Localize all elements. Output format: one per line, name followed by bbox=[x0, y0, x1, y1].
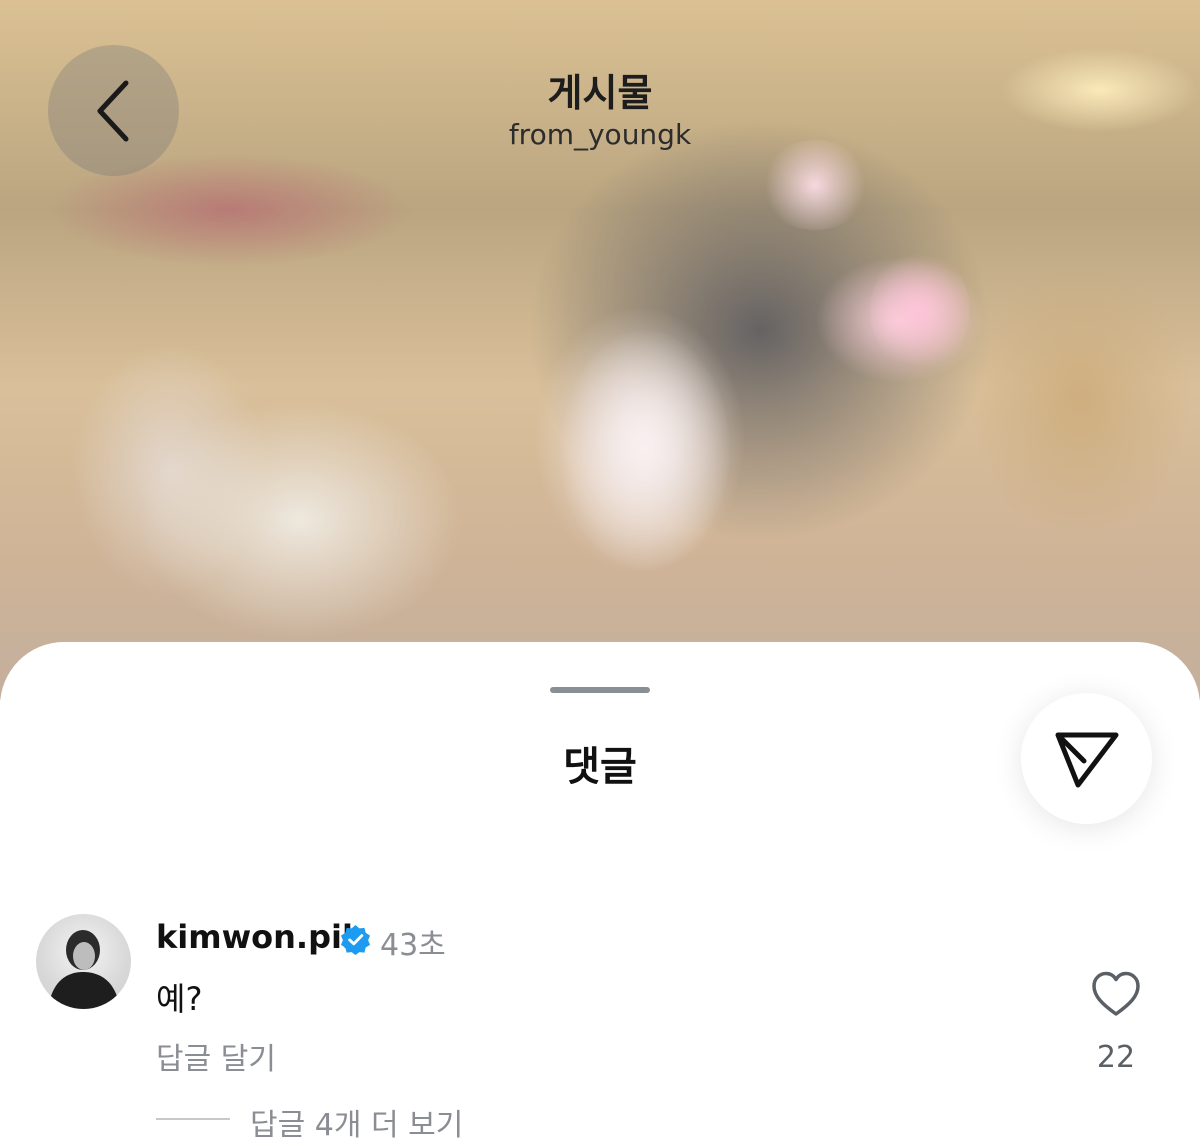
share-button[interactable] bbox=[1021, 693, 1152, 824]
avatar[interactable] bbox=[36, 914, 131, 1009]
sheet-drag-handle[interactable] bbox=[550, 687, 650, 693]
comment-username[interactable]: kimwon.pil bbox=[156, 918, 353, 956]
page-title: 게시물 bbox=[547, 71, 653, 115]
view-more-replies[interactable]: 답글 4개 더 보기 bbox=[250, 1100, 463, 1144]
send-icon bbox=[1055, 732, 1118, 787]
comment-time: 43초 bbox=[380, 928, 446, 963]
like-count: 22 bbox=[1096, 1040, 1136, 1075]
page-subtitle: from_youngk bbox=[508, 118, 692, 151]
reply-button[interactable]: 답글 달기 bbox=[156, 1034, 276, 1078]
sheet-title: 댓글 bbox=[563, 744, 637, 790]
comment-text: 예? bbox=[156, 980, 203, 1018]
verified-badge-icon bbox=[340, 924, 371, 955]
replies-divider bbox=[156, 1118, 230, 1120]
avatar-photo bbox=[48, 930, 120, 1009]
heart-icon[interactable] bbox=[1090, 970, 1142, 1018]
